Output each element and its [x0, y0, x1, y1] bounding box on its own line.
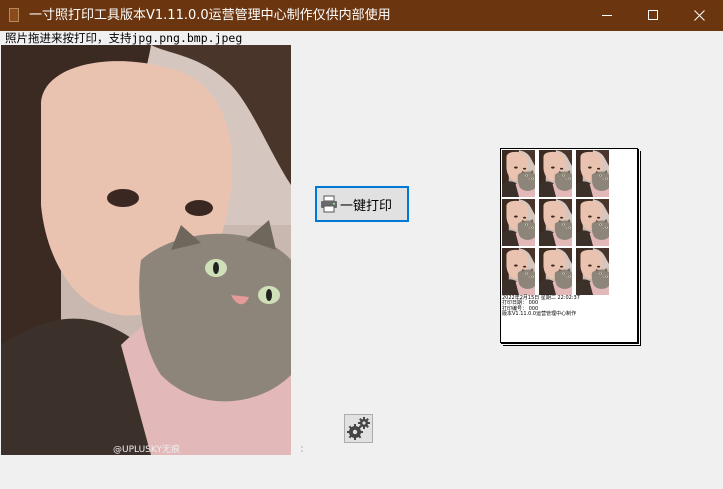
preview-thumbnail — [576, 199, 609, 246]
one-click-print-button[interactable]: 一键打印 — [315, 186, 409, 222]
close-button[interactable] — [676, 0, 722, 31]
portrait-photo — [1, 45, 291, 455]
grip-dots — [301, 437, 303, 452]
preview-thumbnail — [502, 199, 535, 246]
minimize-button[interactable] — [584, 0, 630, 31]
settings-button[interactable] — [344, 414, 373, 443]
preview-thumbnail — [576, 248, 609, 295]
print-button-label: 一键打印 — [340, 198, 393, 214]
preview-thumbnail — [576, 150, 609, 197]
close-icon — [693, 10, 705, 21]
preview-info: 2022年2月15日 星期二 22:02:37 打印日期： 000 打印编号： … — [502, 295, 580, 318]
print-preview: 2022年2月15日 星期二 22:02:37 打印日期： 000 打印编号： … — [500, 148, 638, 343]
photo-drop-area[interactable]: @UPLUSKY无痕 — [1, 45, 291, 455]
photo-watermark: @UPLUSKY无痕 — [113, 445, 180, 455]
printer-icon — [321, 195, 337, 213]
preview-thumbnail — [539, 150, 572, 197]
app-icon — [9, 8, 19, 22]
maximize-button[interactable] — [630, 0, 676, 31]
maximize-icon — [647, 10, 658, 20]
gears-icon — [347, 417, 370, 440]
minimize-icon — [601, 15, 612, 16]
preview-thumbnail — [502, 248, 535, 295]
title-bar[interactable]: 一寸照打印工具版本V1.11.0.0运营管理中心制作仅供内部使用 — [0, 0, 723, 31]
preview-thumbnail — [539, 248, 572, 295]
drop-hint-label: 照片拖进来按打印，支持jpg.png.bmp.jpeg — [5, 31, 243, 45]
window-title: 一寸照打印工具版本V1.11.0.0运营管理中心制作仅供内部使用 — [29, 8, 391, 23]
preview-info-line: 版本V1.11.0.0运营管理中心制作 — [502, 311, 577, 318]
preview-thumbnail — [539, 199, 572, 246]
preview-thumbnail — [502, 150, 535, 197]
